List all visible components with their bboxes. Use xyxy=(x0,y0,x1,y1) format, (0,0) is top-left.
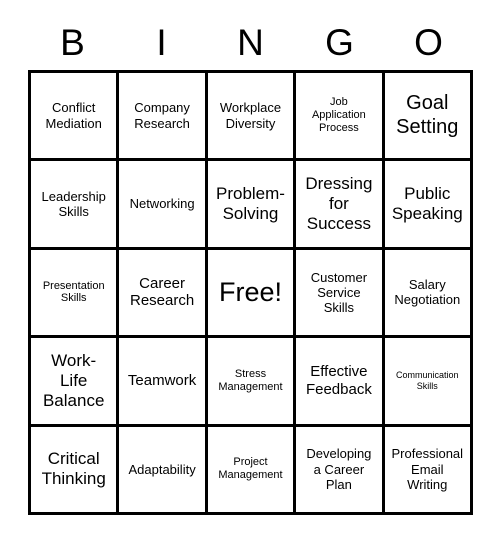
bingo-cell[interactable]: Job Application Process xyxy=(296,73,382,159)
bingo-cell[interactable]: Work- Life Balance xyxy=(31,338,117,424)
header-letter-g: G xyxy=(325,21,354,63)
bingo-cell[interactable]: Salary Negotiation xyxy=(384,249,470,336)
bingo-cell[interactable]: Stress Management xyxy=(207,338,294,424)
bingo-cell[interactable]: Project Management xyxy=(207,426,294,512)
bingo-cell[interactable]: Problem- Solving xyxy=(207,161,294,247)
bingo-cell[interactable]: Presentation Skills xyxy=(31,249,117,336)
bingo-cell[interactable]: Networking xyxy=(119,161,205,247)
bingo-grid: Conflict Mediation Company Research Work… xyxy=(28,70,473,515)
bingo-cell[interactable]: Communication Skills xyxy=(384,338,470,424)
bingo-cell[interactable]: Career Research xyxy=(119,249,205,336)
header-letter-o: O xyxy=(414,21,443,63)
bingo-cell[interactable]: Company Research xyxy=(119,73,205,159)
bingo-cell[interactable]: Effective Feedback xyxy=(296,338,382,424)
bingo-cell[interactable]: Customer Service Skills xyxy=(296,249,382,336)
bingo-cell[interactable]: Critical Thinking xyxy=(31,426,117,512)
bingo-cell[interactable]: Teamwork xyxy=(119,338,205,424)
bingo-cell[interactable]: Leadership Skills xyxy=(31,161,117,247)
bingo-cell[interactable]: Developing a Career Plan xyxy=(296,426,382,512)
bingo-cell[interactable]: Workplace Diversity xyxy=(207,73,294,159)
bingo-header: B I N G O xyxy=(28,14,473,70)
bingo-card: B I N G O Conflict Mediation Company Res… xyxy=(0,0,501,544)
header-letter-n: N xyxy=(237,21,264,63)
bingo-cell[interactable]: Public Speaking xyxy=(384,161,470,247)
bingo-cell[interactable]: Dressing for Success xyxy=(296,161,382,247)
bingo-cell-free-space[interactable]: Free! xyxy=(207,249,294,336)
bingo-cell[interactable]: Conflict Mediation xyxy=(31,73,117,159)
header-letter-b: B xyxy=(60,21,85,63)
bingo-cell[interactable]: Adaptability xyxy=(119,426,205,512)
header-letter-i: I xyxy=(156,21,167,63)
bingo-cell[interactable]: Professional Email Writing xyxy=(384,426,470,512)
bingo-cell[interactable]: Goal Setting xyxy=(384,73,470,159)
